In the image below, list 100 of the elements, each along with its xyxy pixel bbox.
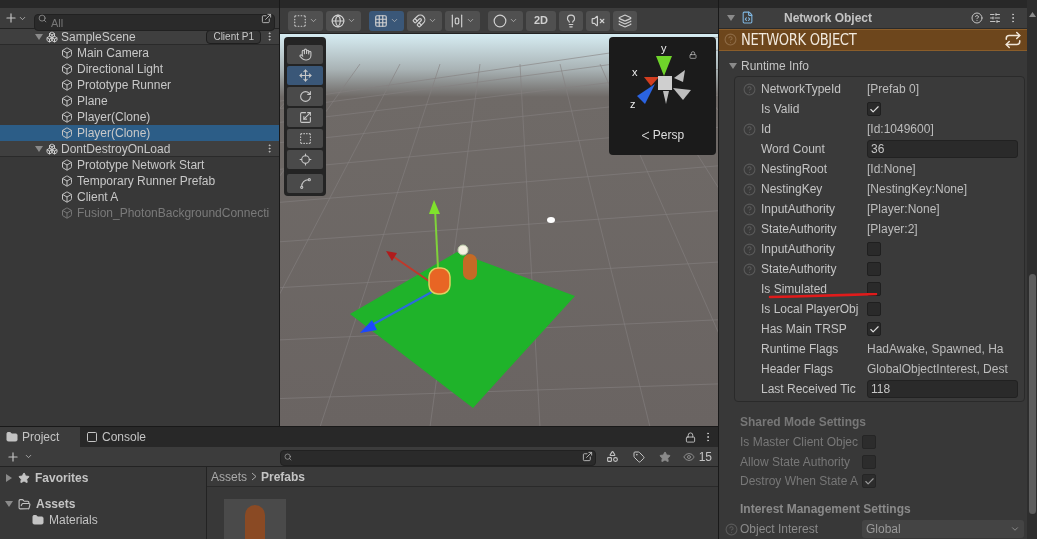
toolbar-button[interactable]	[407, 10, 442, 31]
rect-icon	[298, 132, 312, 145]
tool-button[interactable]	[287, 108, 323, 127]
tool-button[interactable]	[287, 174, 323, 193]
tool-button[interactable]	[287, 150, 323, 169]
folder-icon	[32, 514, 44, 526]
breadcrumb-item[interactable]: Prefabs	[261, 467, 306, 486]
foldout-triangle-icon[interactable]	[729, 62, 737, 71]
scene-header[interactable]: DontDestroyOnLoad	[0, 141, 279, 157]
foldout-triangle-icon[interactable]	[35, 144, 43, 153]
visible-count: 15	[698, 448, 712, 466]
checkbox[interactable]	[867, 262, 881, 277]
tag-icon[interactable]	[632, 450, 645, 463]
field-label: Id	[761, 121, 772, 139]
hierarchy-item[interactable]: Player(Clone)	[0, 109, 279, 125]
checkbox[interactable]	[867, 102, 881, 117]
foldout-triangle-icon[interactable]	[5, 474, 13, 482]
field-label: Runtime Flags	[761, 341, 840, 359]
caret-icon	[390, 16, 399, 25]
check-icon	[868, 103, 880, 115]
toolbar-button[interactable]	[586, 10, 611, 31]
foldout-triangle-icon[interactable]	[5, 500, 13, 508]
help-icon[interactable]	[971, 11, 983, 24]
toolbar-button[interactable]	[613, 10, 638, 31]
orientation-gizmo[interactable]: y x z Persp	[609, 37, 716, 155]
cube-icon	[61, 111, 73, 123]
sliders-icon[interactable]	[989, 11, 1001, 24]
hierarchy-item[interactable]: Client A	[0, 189, 279, 205]
scroll-up-icon[interactable]	[1028, 12, 1036, 17]
hierarchy-item[interactable]: Directional Light	[0, 61, 279, 77]
search-field[interactable]: All	[34, 14, 275, 31]
eye-icon[interactable]	[682, 450, 695, 463]
cube-icon	[61, 47, 73, 59]
tree-item[interactable]: Materials	[0, 512, 206, 528]
tool-button[interactable]	[287, 45, 323, 64]
magnet-icon	[412, 13, 426, 28]
unity-scene-icon	[46, 30, 58, 43]
spline-icon	[298, 177, 312, 190]
popout-icon[interactable]	[261, 12, 272, 24]
foldout-triangle-icon[interactable]	[35, 32, 43, 41]
toolbar-button[interactable]	[559, 10, 584, 31]
field-label: Allow State Authority	[740, 453, 852, 471]
mode-2d-button[interactable]: 2D	[526, 10, 557, 31]
checkbox[interactable]	[867, 242, 881, 257]
lock-icon[interactable]	[685, 431, 696, 443]
caret-icon[interactable]	[24, 452, 33, 461]
scrollbar-thumb[interactable]	[1028, 274, 1036, 514]
tool-button[interactable]	[287, 87, 323, 106]
hierarchy-item[interactable]: Player(Clone)	[0, 125, 279, 141]
tree-item[interactable]: Favorites	[0, 470, 206, 486]
panel-tab[interactable]: Project	[0, 427, 80, 447]
field-value: [Id:1049600]	[867, 121, 934, 139]
toolbar-button[interactable]	[288, 10, 323, 31]
layers-icon	[618, 13, 633, 28]
tool-button[interactable]	[287, 66, 323, 85]
checkbox[interactable]	[867, 282, 881, 297]
hierarchy-item[interactable]: Plane	[0, 93, 279, 109]
field-value: GlobalObjectInterest, Dest	[867, 361, 1008, 379]
tree-item[interactable]: Assets	[0, 496, 206, 512]
toolbar-button[interactable]	[326, 10, 361, 31]
rotate-icon	[298, 90, 312, 103]
add-icon[interactable]	[4, 11, 18, 25]
check-icon	[868, 323, 880, 335]
popout-icon[interactable]	[581, 450, 593, 462]
hierarchy-item[interactable]: Temporary Runner Prefab	[0, 173, 279, 189]
hierarchy-item[interactable]: Prototype Runner	[0, 77, 279, 93]
field-label: Object Interest	[740, 521, 820, 539]
asset-thumbnail[interactable]	[224, 499, 286, 539]
panel-tab[interactable]: Console	[80, 427, 160, 447]
foldout-triangle-icon[interactable]	[727, 13, 735, 22]
input-field[interactable]: 36	[867, 140, 1018, 159]
banner-title: NETWORK OBJECT	[741, 28, 858, 51]
caret-icon	[466, 16, 475, 25]
star-icon	[18, 472, 30, 484]
search-field[interactable]	[279, 449, 596, 466]
checkbox[interactable]	[867, 302, 881, 317]
shapes-icon[interactable]	[605, 450, 619, 463]
tool-button[interactable]	[287, 129, 323, 148]
dropdown[interactable]: Global	[862, 520, 1024, 539]
caret-icon	[509, 16, 518, 25]
folder-icon	[6, 431, 18, 443]
foldout-header[interactable]: Runtime Info	[719, 56, 1027, 77]
lock-icon[interactable]	[689, 51, 697, 59]
hierarchy-item[interactable]: Prototype Network Start	[0, 157, 279, 173]
cube-icon	[61, 207, 73, 219]
field-label: Word Count	[761, 141, 826, 159]
section-title: Interest Management Settings	[740, 501, 912, 519]
projection-label[interactable]: Persp	[652, 126, 685, 144]
checkbox[interactable]	[867, 322, 881, 337]
toolbar-button[interactable]	[445, 10, 480, 31]
toolbar-button[interactable]	[488, 10, 523, 31]
input-field[interactable]: 118	[867, 380, 1018, 399]
field-label: Has Main TRSP	[761, 321, 848, 339]
hierarchy-item[interactable]: Main Camera	[0, 45, 279, 61]
add-icon[interactable]	[6, 449, 20, 464]
toolbar-button[interactable]	[369, 10, 404, 31]
chevron-right-icon	[251, 472, 257, 481]
star-icon[interactable]	[658, 450, 671, 463]
crosshair-icon	[298, 153, 312, 166]
breadcrumb-item[interactable]: Assets	[211, 467, 247, 486]
